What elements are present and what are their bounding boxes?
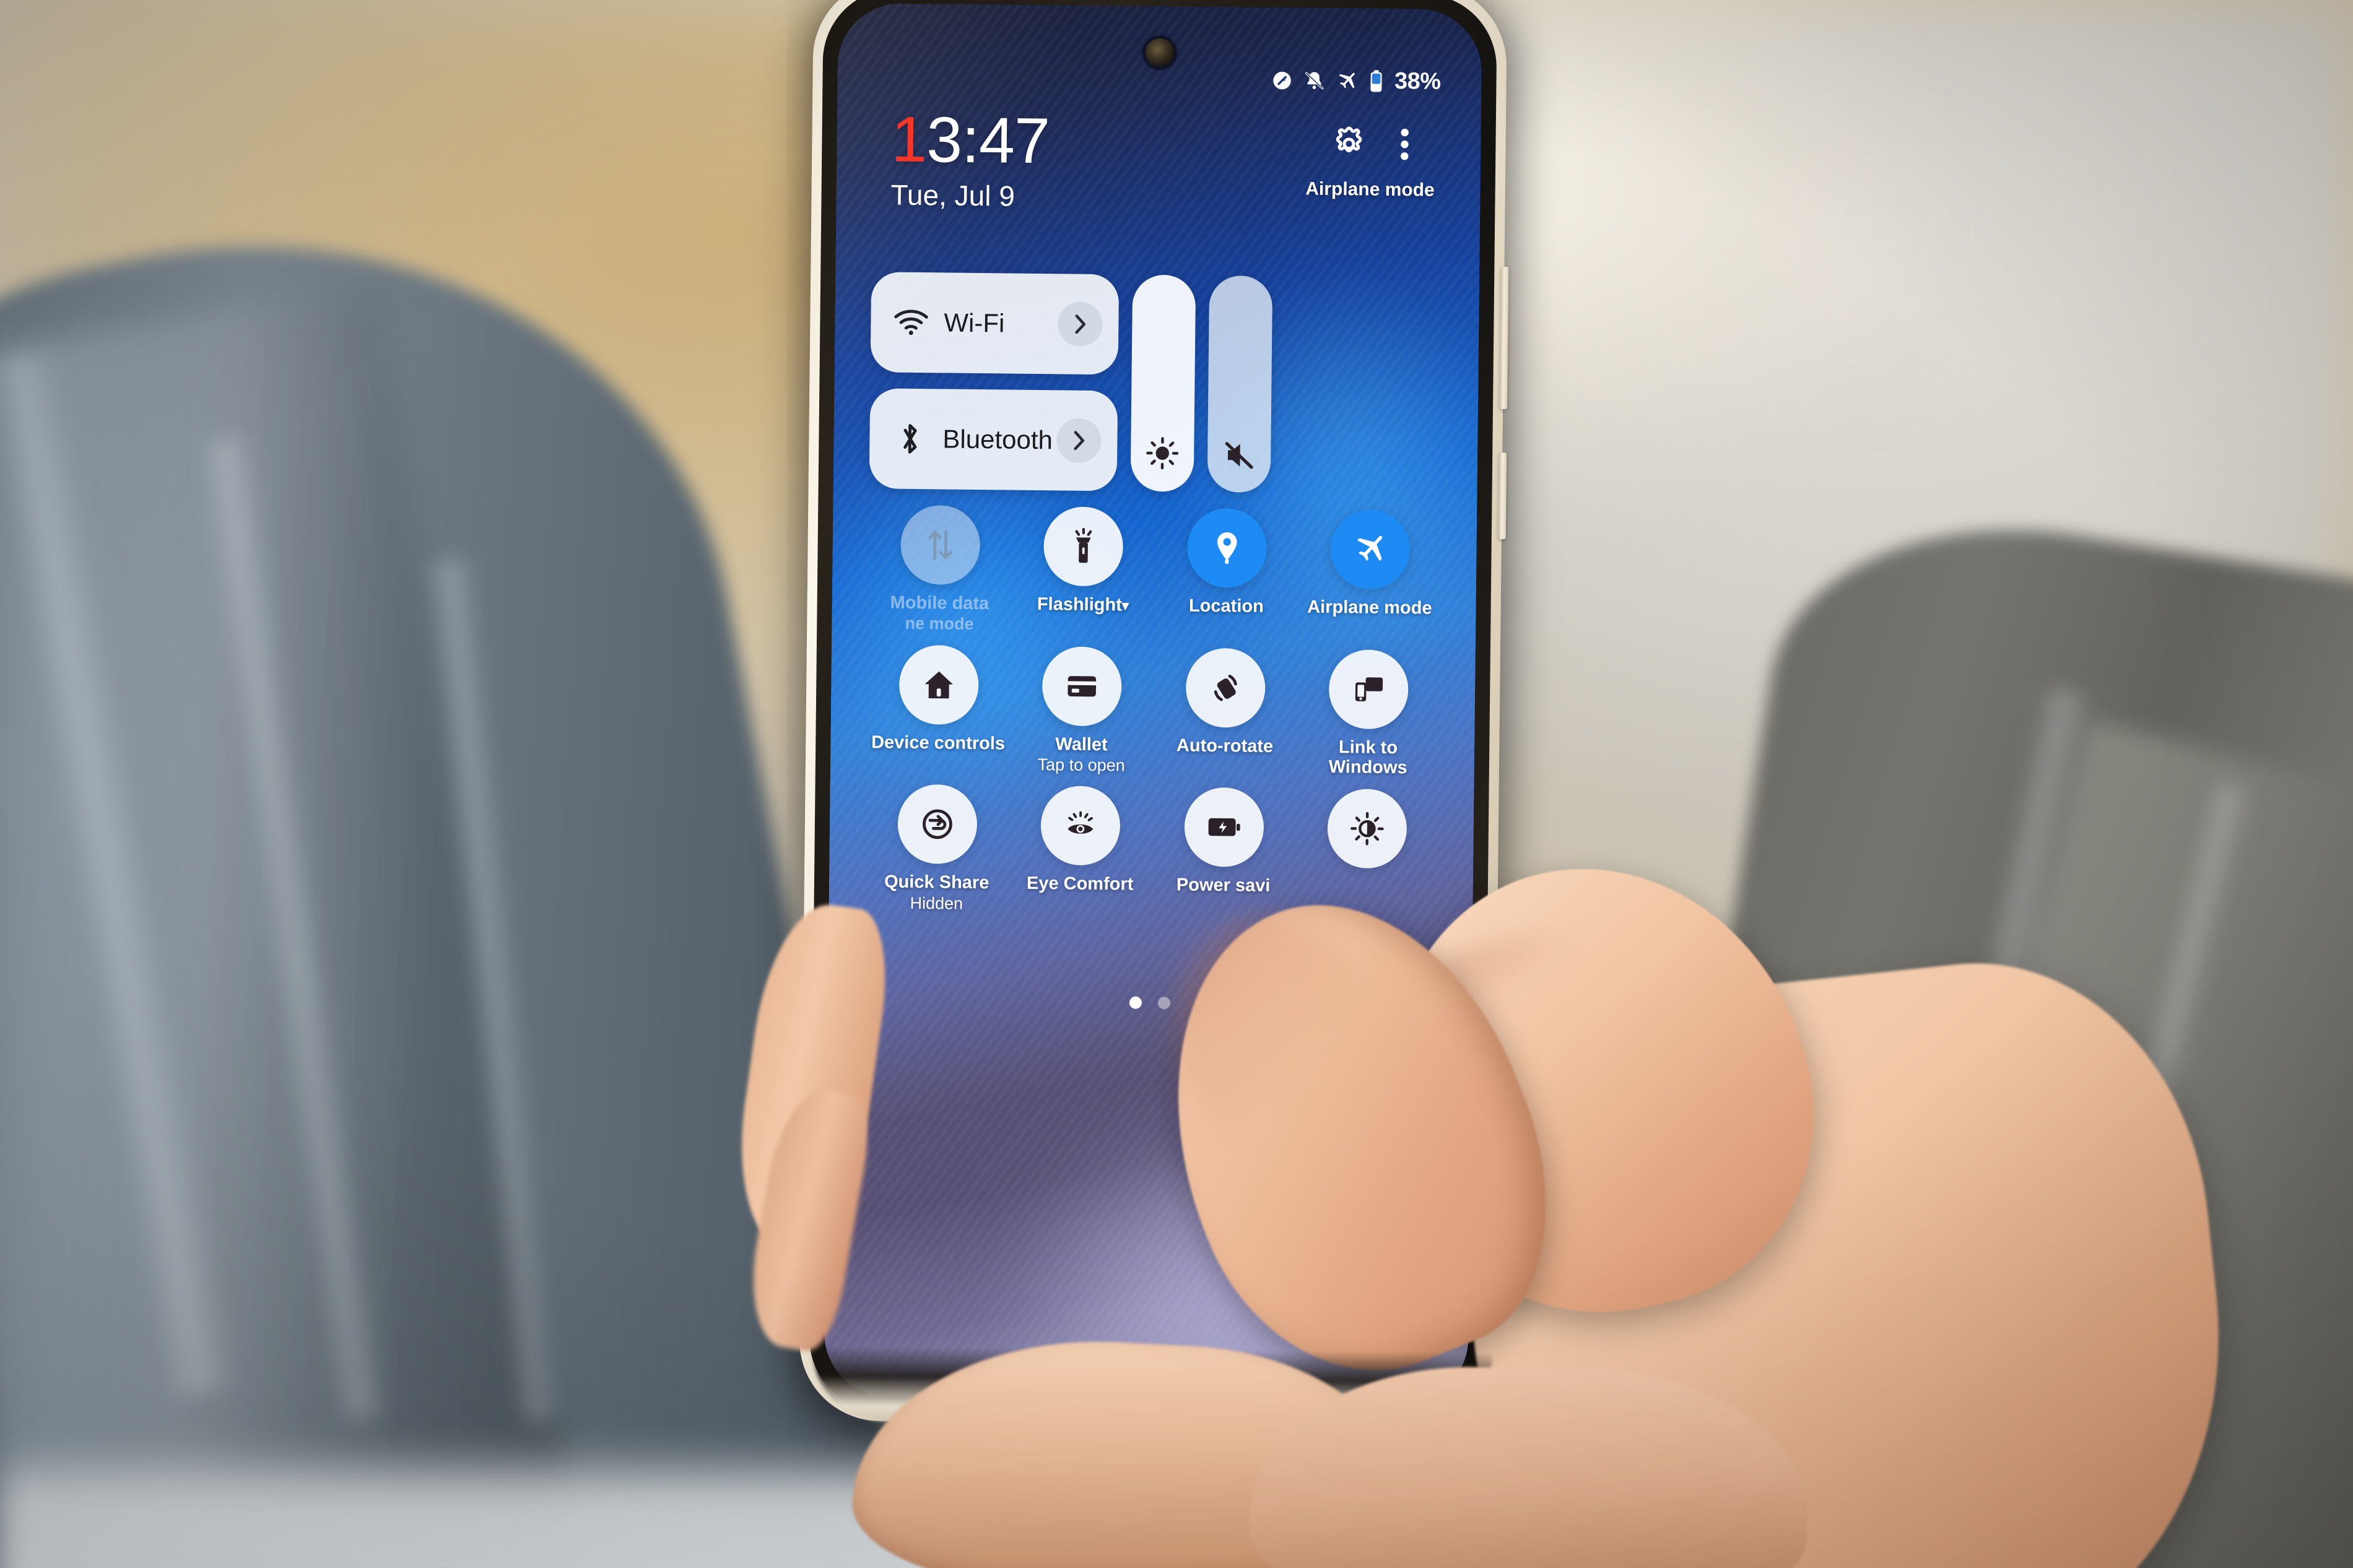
photo-vignette xyxy=(0,0,2353,1568)
screenshot-stage: 38% 13:47 Tue, Jul 9 xyxy=(0,0,2353,1568)
